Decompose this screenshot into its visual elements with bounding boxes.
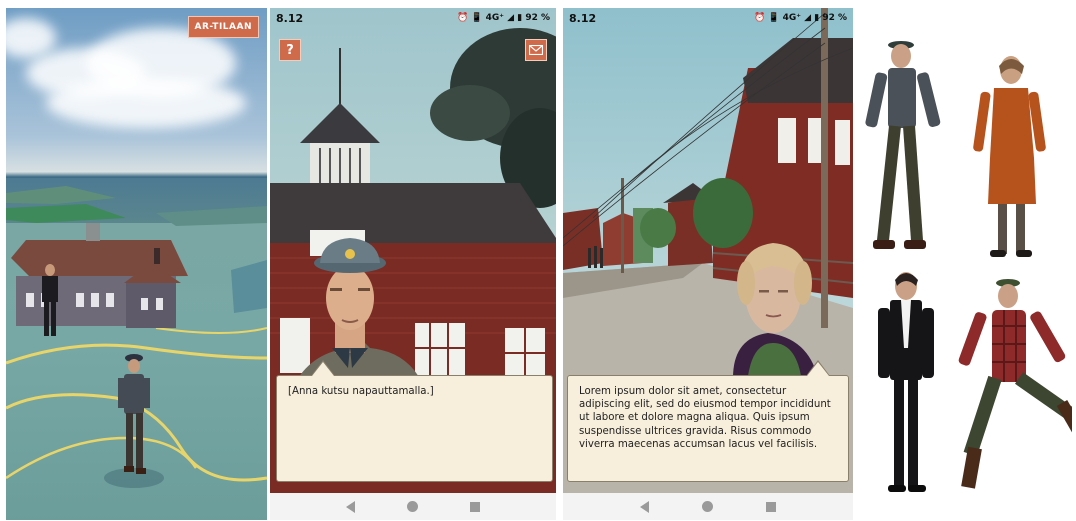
dialog-tail-fill [312,362,334,376]
dialog-box[interactable]: [Anna kutsu napauttamalla.] [276,360,553,482]
woman-dress-model [973,56,1046,257]
map-scene-graphics [6,186,267,488]
woman-dialog-screen: 8.12 ⏰ 📳 4G⁺ ◢ ▮ 92 % Lorem ipsum dolor … [563,8,853,520]
dialog-box[interactable]: Lorem ipsum dolor sit amet, consectetur … [567,360,849,482]
nav-recent-icon[interactable] [766,501,777,512]
nav-back-icon[interactable] [346,500,355,513]
nav-home-icon[interactable] [701,501,713,512]
status-icons: ⏰ 📳 4G⁺ ◢ ▮ 92 % [753,13,847,23]
status-bar: 8.12 ⏰ 📳 4G⁺ ◢ ▮ 92 % [270,8,556,28]
dialog-text: [Anna kutsu napauttamalla.] [288,386,434,397]
map-view-panel: AR-TILAAN [6,8,267,520]
character-models-illustration [865,41,1076,492]
plaid-shirt-runner-model [958,279,1076,489]
status-time: 8.12 [276,11,304,25]
question-icon: ? [286,42,294,58]
help-button[interactable]: ? [279,39,301,61]
character-models-panel [856,8,1076,520]
android-nav-bar [563,493,853,520]
nav-recent-icon[interactable] [470,501,480,512]
status-time: 8.12 [569,11,597,25]
messages-button[interactable] [525,39,547,61]
screenshot-collage: AR-TILAAN 8.12 ⏰ 📳 4G⁺ ◢ ▮ 92 % ? [Anna … [0,0,1076,521]
status-icons: ⏰ 📳 4G⁺ ◢ ▮ 92 % [456,13,550,23]
tailcoat-man-model [878,272,934,492]
android-nav-bar [270,493,556,520]
envelope-icon [529,45,543,55]
dialog-text: Lorem ipsum dolor sit amet, consectetur … [579,386,831,450]
status-bar: 8.12 ⏰ 📳 4G⁺ ◢ ▮ 92 % [563,8,853,28]
ar-mode-button[interactable]: AR-TILAAN [187,16,259,38]
nav-home-icon[interactable] [407,501,418,512]
worker-model [865,41,941,249]
dialog-tail-fill [807,362,829,376]
soldier-dialog-screen: 8.12 ⏰ 📳 4G⁺ ◢ ▮ 92 % ? [Anna kutsu napa… [270,8,556,520]
nav-back-icon[interactable] [639,500,649,513]
